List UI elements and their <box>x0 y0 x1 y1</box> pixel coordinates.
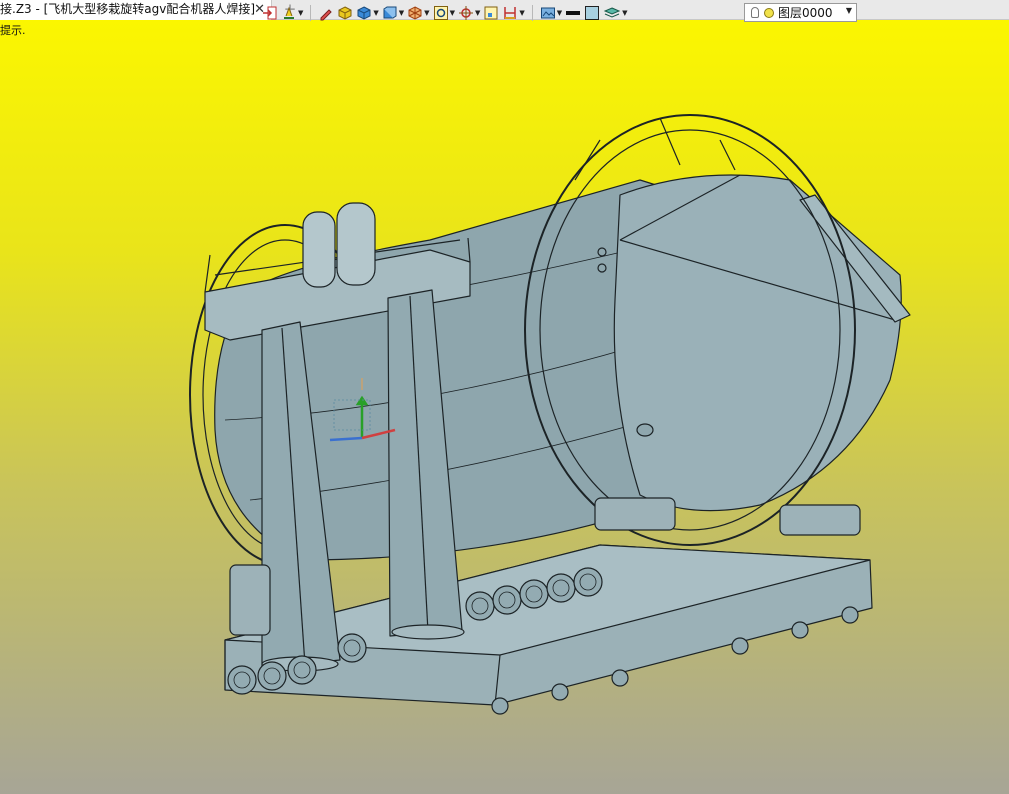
wire-cube-icon <box>408 6 422 20</box>
front-cap <box>613 174 902 512</box>
layer-color-icon <box>764 7 774 18</box>
chevron-down-icon: ▼ <box>398 9 405 17</box>
line-style-icon <box>566 11 581 15</box>
dimension-icon <box>504 7 517 19</box>
light-icon <box>284 6 294 19</box>
model-assembly <box>189 114 911 715</box>
chevron-down-icon: ▼ <box>474 9 481 17</box>
document-tab[interactable]: 接.Z3 - [飞机大型移栽旋转agv配合机器人焊接] ✕ <box>0 0 272 20</box>
toolbar-separator <box>310 5 312 21</box>
chevron-down-icon: ▼ <box>449 9 455 17</box>
chevron-down-icon: ▼ <box>373 9 379 17</box>
lightbulb-icon <box>751 7 759 18</box>
gas-tank-2 <box>336 202 376 286</box>
document-tab-title: 接.Z3 - [飞机大型移栽旋转agv配合机器人焊接] <box>0 2 256 16</box>
view-cube-icon <box>383 6 397 19</box>
gas-tank-1 <box>302 211 336 288</box>
chevron-down-icon: ▼ <box>845 6 852 15</box>
color-swatch-icon <box>585 6 600 20</box>
exit-icon <box>263 6 277 20</box>
layers-icon <box>603 7 621 18</box>
chevron-down-icon: ▼ <box>424 9 430 17</box>
target-icon <box>458 6 473 20</box>
chevron-down-icon: ▼ <box>622 9 628 17</box>
drive-motor-2 <box>779 504 861 536</box>
chevron-down-icon: ▼ <box>519 9 525 17</box>
chevron-down-icon: ▼ <box>556 9 563 17</box>
fit-view-icon <box>484 6 498 20</box>
pen-icon <box>320 9 333 21</box>
toolbar-separator <box>531 5 533 21</box>
layer-name: 图层0000 <box>778 6 833 20</box>
3d-model-view <box>189 114 911 715</box>
chevron-down-icon: ▼ <box>298 9 304 17</box>
display-settings-icon <box>540 7 555 19</box>
zoom-window-icon <box>433 6 448 20</box>
cube-yellow-icon <box>338 6 352 20</box>
drive-motor-1 <box>594 497 676 531</box>
cube-blue-icon <box>357 6 371 20</box>
